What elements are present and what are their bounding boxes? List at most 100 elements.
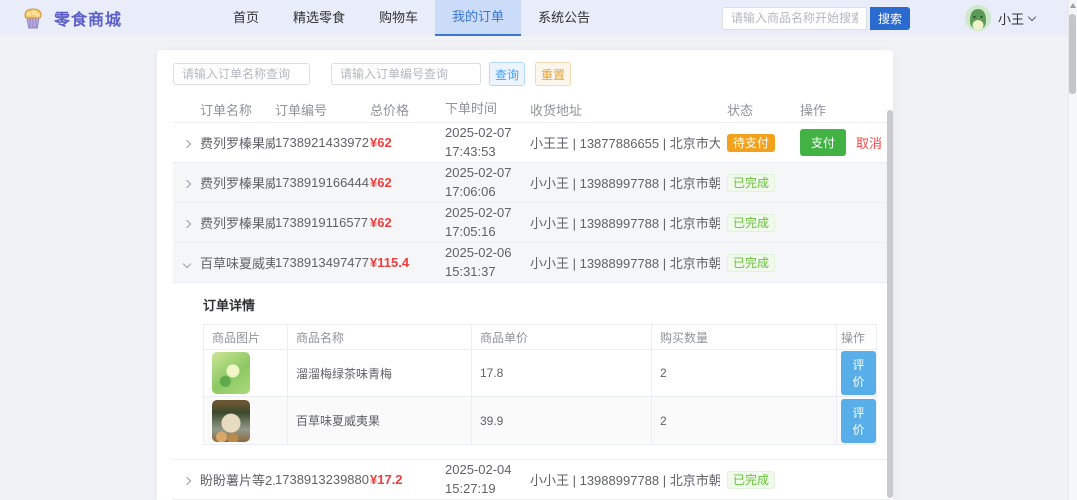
review-button[interactable]: 评价	[841, 351, 876, 395]
order-datetime: 2025-02-0615:31:37	[445, 244, 530, 282]
detail-row: 溜溜梅绿茶味青梅17.82评价	[204, 350, 876, 397]
cancel-link[interactable]: 取消	[856, 133, 882, 152]
order-row: 费列罗榛果威...1738919166444¥62 2025-02-0717:06…	[173, 163, 890, 203]
orders-table: 订单名称订单编号总价格下单时间收货地址状态操作 费列罗榛果威...1738921…	[173, 96, 890, 500]
order-number: 1738919166444	[275, 175, 370, 190]
browser-scrollbar[interactable]	[1068, 0, 1077, 500]
product-image	[212, 400, 250, 442]
order-datetime: 2025-02-0717:43:53	[445, 124, 530, 162]
orders-table-body: 费列罗榛果威...1738921433972¥622025-02-0717:43…	[173, 123, 890, 500]
nav-menu: 首页精选零食购物车我的订单系统公告	[216, 0, 607, 36]
order-time: 15:27:19	[445, 480, 524, 499]
order-date: 2025-02-04	[445, 461, 524, 480]
column-header-2: 总价格	[370, 100, 445, 119]
order-time: 17:43:53	[445, 143, 524, 162]
order-address: 小小王 | 13988997788 | 北京市朝阳区东...	[530, 213, 720, 232]
order-price: ¥62	[370, 175, 392, 190]
order-number-query-input[interactable]	[331, 63, 481, 85]
order-detail-title: 订单详情	[203, 295, 877, 314]
column-header-5: 状态	[720, 100, 783, 119]
pay-button[interactable]: 支付	[800, 129, 846, 156]
order-row: 百草味夏威夷...1738913497477¥115.4 2025-02-0615…	[173, 243, 890, 283]
column-header-1: 订单编号	[275, 100, 370, 119]
order-address: 小王王 | 13877886655 | 北京市大兴区枫...	[530, 133, 720, 152]
order-detail-panel: 订单详情商品图片商品名称商品单价购买数量操作溜溜梅绿茶味青梅17.82评价百草味…	[173, 283, 890, 460]
product-qty: 2	[652, 350, 837, 396]
column-header-3: 下单时间	[445, 100, 530, 119]
order-time: 17:06:06	[445, 183, 524, 202]
order-name: 盼盼薯片等2...	[200, 470, 275, 489]
product-name: 百草味夏威夷果	[288, 397, 472, 444]
order-actions: 支付取消	[783, 129, 890, 156]
product-image	[212, 352, 250, 394]
orders-card: 查询 重置 订单名称订单编号总价格下单时间收货地址状态操作 费列罗榛果威...1…	[157, 50, 893, 500]
expand-row-icon[interactable]	[183, 140, 191, 148]
order-price: ¥17.2	[370, 472, 403, 487]
query-button[interactable]: 查询	[489, 62, 525, 86]
chevron-down-icon[interactable]	[1028, 12, 1036, 20]
detail-column-header-3: 购买数量	[652, 325, 837, 349]
brand-title: 零食商城	[54, 6, 122, 30]
search-button[interactable]: 搜索	[870, 7, 910, 30]
order-detail-table: 商品图片商品名称商品单价购买数量操作溜溜梅绿茶味青梅17.82评价百草味夏威夷果…	[203, 324, 877, 445]
order-price: ¥115.4	[370, 255, 409, 270]
order-number: 1738913239880	[275, 472, 370, 487]
order-row: 盼盼薯片等2...1738913239880¥17.2 2025-02-0415:…	[173, 460, 890, 500]
column-header-4: 收货地址	[530, 100, 720, 119]
order-name: 费列罗榛果威...	[200, 173, 275, 192]
order-datetime: 2025-02-0717:06:06	[445, 164, 530, 202]
expand-row-icon[interactable]	[183, 220, 191, 228]
scrollbar-thumb[interactable]	[1069, 14, 1076, 94]
order-date: 2025-02-07	[445, 164, 524, 183]
order-name-query-input[interactable]	[173, 63, 310, 85]
column-header-6: 操作	[783, 100, 890, 119]
table-scrollbar[interactable]	[887, 110, 893, 498]
product-search-input[interactable]	[722, 7, 867, 30]
status-badge: 待支付	[727, 134, 775, 152]
expand-row-icon[interactable]	[183, 477, 191, 485]
user-avatar[interactable]	[965, 5, 991, 31]
nav-item-1[interactable]: 精选零食	[276, 0, 362, 36]
detail-row: 百草味夏威夷果39.92评价	[204, 397, 876, 444]
detail-column-header-1: 商品名称	[288, 325, 472, 349]
scroll-up-icon[interactable]	[1070, 3, 1076, 8]
username[interactable]: 小王	[998, 9, 1024, 28]
product-price: 17.8	[472, 350, 652, 396]
cupcake-logo-icon	[20, 5, 46, 31]
order-price: ¥62	[370, 215, 392, 230]
product-name: 溜溜梅绿茶味青梅	[288, 350, 472, 396]
order-filter-bar: 查询 重置	[173, 62, 893, 86]
product-price: 39.9	[472, 397, 652, 444]
column-header-0: 订单名称	[200, 100, 275, 119]
order-name: 费列罗榛果威...	[200, 133, 275, 152]
reset-button[interactable]: 重置	[535, 62, 571, 86]
order-address: 小小王 | 13988997788 | 北京市朝阳区东...	[530, 173, 720, 192]
nav-item-4[interactable]: 系统公告	[521, 0, 607, 36]
detail-table-header: 商品图片商品名称商品单价购买数量操作	[204, 325, 876, 350]
order-number: 1738921433972	[275, 135, 370, 150]
nav-item-3[interactable]: 我的订单	[435, 0, 521, 36]
expand-row-icon[interactable]	[183, 180, 191, 188]
brand-home-link[interactable]: 零食商城	[20, 5, 216, 31]
order-address: 小小王 | 13988997788 | 北京市朝阳区东...	[530, 470, 720, 489]
review-button[interactable]: 评价	[841, 399, 876, 443]
orders-table-header: 订单名称订单编号总价格下单时间收货地址状态操作	[173, 96, 890, 123]
order-date: 2025-02-06	[445, 244, 524, 263]
order-date: 2025-02-07	[445, 204, 524, 223]
order-name: 百草味夏威夷...	[200, 253, 275, 272]
product-qty: 2	[652, 397, 837, 444]
status-badge: 已完成	[727, 254, 775, 272]
navbar-right: 搜索 小王	[722, 5, 1077, 31]
top-navbar: 零食商城 首页精选零食购物车我的订单系统公告 搜索 小王	[0, 0, 1077, 36]
detail-column-header-0: 商品图片	[204, 325, 288, 349]
order-address: 小小王 | 13988997788 | 北京市朝阳区东...	[530, 253, 720, 272]
order-number: 1738913497477	[275, 255, 370, 270]
order-datetime: 2025-02-0717:05:16	[445, 204, 530, 242]
nav-item-2[interactable]: 购物车	[362, 0, 435, 36]
nav-item-0[interactable]: 首页	[216, 0, 276, 36]
order-datetime: 2025-02-0415:27:19	[445, 461, 530, 499]
order-row: 费列罗榛果威...1738919116577¥622025-02-0717:05…	[173, 203, 890, 243]
collapse-row-icon[interactable]	[183, 260, 191, 268]
status-badge: 已完成	[727, 174, 775, 192]
status-badge: 已完成	[727, 471, 775, 489]
